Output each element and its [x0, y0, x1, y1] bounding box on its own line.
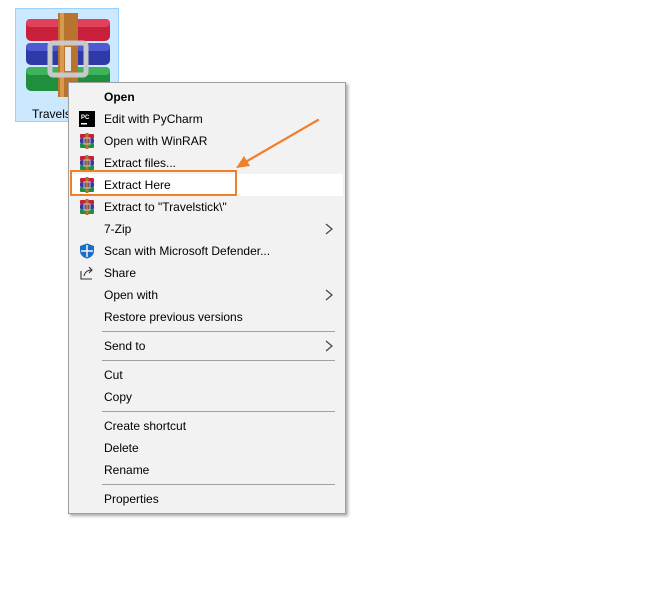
menu-item-copy[interactable]: Copy: [71, 386, 343, 408]
menu-item-restore-previous-versions[interactable]: Restore previous versions: [71, 306, 343, 328]
chevron-right-icon: [325, 289, 333, 301]
menu-item-label: Send to: [104, 339, 146, 353]
menu-item-label: Rename: [104, 463, 150, 477]
chevron-right-icon: [325, 340, 333, 352]
menu-separator: [102, 331, 335, 332]
menu-item-create-shortcut[interactable]: Create shortcut: [71, 415, 343, 437]
share-icon: [80, 266, 93, 280]
menu-item-label: Extract files...: [104, 156, 177, 170]
menu-separator: [102, 360, 335, 361]
menu-item-cut[interactable]: Cut: [71, 364, 343, 386]
pycharm-icon: PC: [79, 111, 95, 127]
menu-item-label: 7-Zip: [104, 222, 132, 236]
annotation-highlight-box: [70, 170, 237, 196]
menu-item-delete[interactable]: Delete: [71, 437, 343, 459]
winrar-icon: [80, 155, 94, 171]
menu-separator: [102, 411, 335, 412]
menu-item-open[interactable]: Open: [71, 86, 343, 108]
menu-item-label: Properties: [104, 492, 159, 506]
menu-item-extract-to-travelstick[interactable]: Extract to "Travelstick\": [71, 196, 343, 218]
menu-item-label: Open: [104, 90, 135, 104]
menu-item-label: Delete: [104, 441, 139, 455]
menu-item-label: Cut: [104, 368, 123, 382]
winrar-icon: [80, 133, 94, 149]
menu-separator: [102, 484, 335, 485]
winrar-icon: [80, 199, 94, 215]
menu-item-properties[interactable]: Properties: [71, 488, 343, 510]
menu-item-label: Share: [104, 266, 137, 280]
svg-text:PC: PC: [81, 115, 90, 121]
menu-item-rename[interactable]: Rename: [71, 459, 343, 481]
menu-item-scan-with-defender[interactable]: Scan with Microsoft Defender...: [71, 240, 343, 262]
menu-item-label: Extract to "Travelstick\": [104, 200, 227, 214]
menu-item-label: Copy: [104, 390, 133, 404]
menu-item-label: Open with WinRAR: [104, 134, 208, 148]
defender-shield-icon: [80, 243, 94, 259]
menu-item-label: Create shortcut: [104, 419, 187, 433]
menu-item-send-to[interactable]: Send to: [71, 335, 343, 357]
menu-item-label: Scan with Microsoft Defender...: [104, 244, 271, 258]
annotation-arrow-icon: [236, 118, 320, 168]
menu-item-label: Restore previous versions: [104, 310, 243, 324]
menu-item-label: Open with: [104, 288, 159, 302]
menu-item-share[interactable]: Share: [71, 262, 343, 284]
menu-item-7zip[interactable]: 7-Zip: [71, 218, 343, 240]
menu-item-label: Edit with PyCharm: [104, 112, 203, 126]
menu-item-open-with[interactable]: Open with: [71, 284, 343, 306]
chevron-right-icon: [325, 223, 333, 235]
